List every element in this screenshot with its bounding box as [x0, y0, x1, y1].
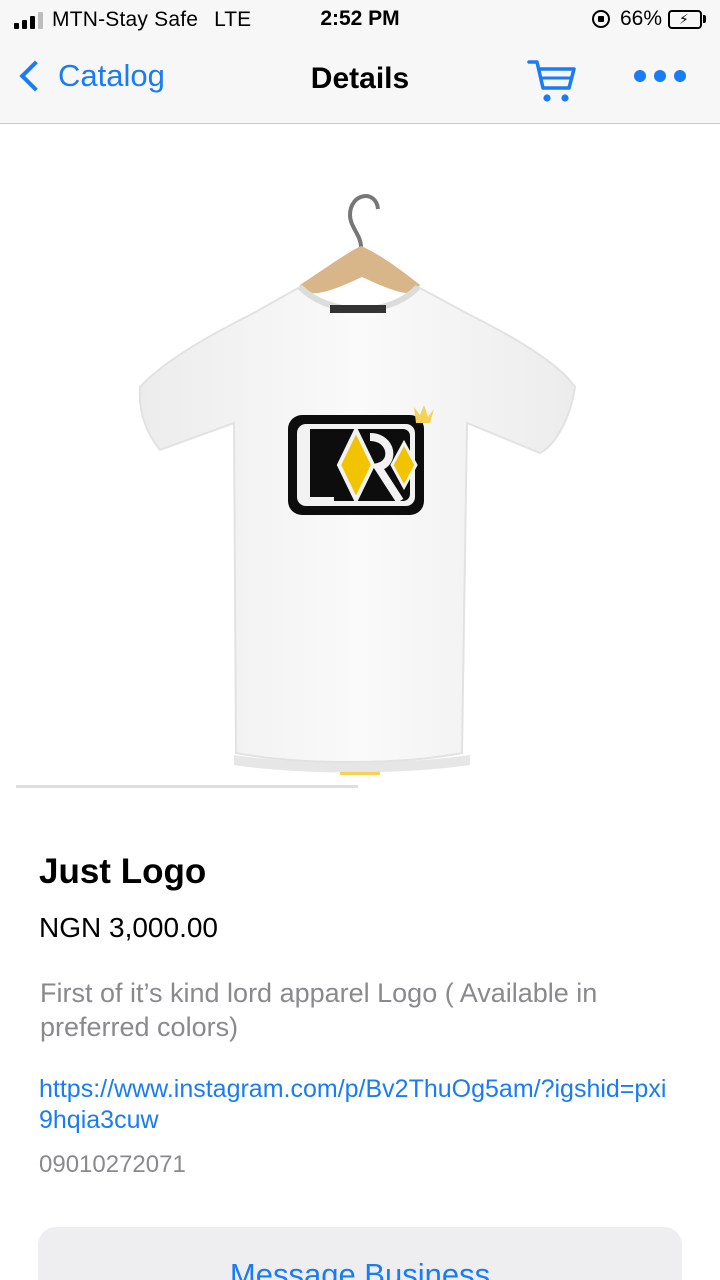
- product-link[interactable]: https://www.instagram.com/p/Bv2ThuOg5am/…: [39, 1074, 679, 1136]
- product-description: First of it’s kind lord apparel Logo ( A…: [40, 978, 598, 1042]
- status-right: 66% ⚡: [591, 7, 706, 31]
- battery-percent: 66%: [619, 7, 662, 30]
- tshirt-photo: [138, 194, 577, 773]
- cart-icon: [527, 60, 576, 102]
- product-phone: 09010272071: [39, 1151, 186, 1178]
- more-icon: [634, 70, 646, 82]
- product-price: NGN 3,000.00: [39, 912, 218, 943]
- cart-button[interactable]: [526, 56, 578, 106]
- product-details: Just Logo NGN 3,000.00 First of it’s kin…: [0, 790, 720, 1280]
- battery-icon: ⚡: [668, 9, 706, 29]
- product-name: Just Logo: [39, 852, 207, 891]
- image-scroll-track: [16, 785, 358, 788]
- product-image[interactable]: [0, 125, 720, 790]
- message-business-button[interactable]: Message Business: [38, 1227, 682, 1280]
- page-title: Details: [310, 62, 410, 95]
- more-options-button[interactable]: [634, 70, 686, 82]
- image-page-indicator: [340, 772, 380, 775]
- navigation-bar: Catalog Details: [0, 40, 720, 124]
- status-bar: MTN-Stay Safe LTE 2:52 PM 66% ⚡: [0, 0, 720, 40]
- orientation-lock-icon: [591, 10, 610, 28]
